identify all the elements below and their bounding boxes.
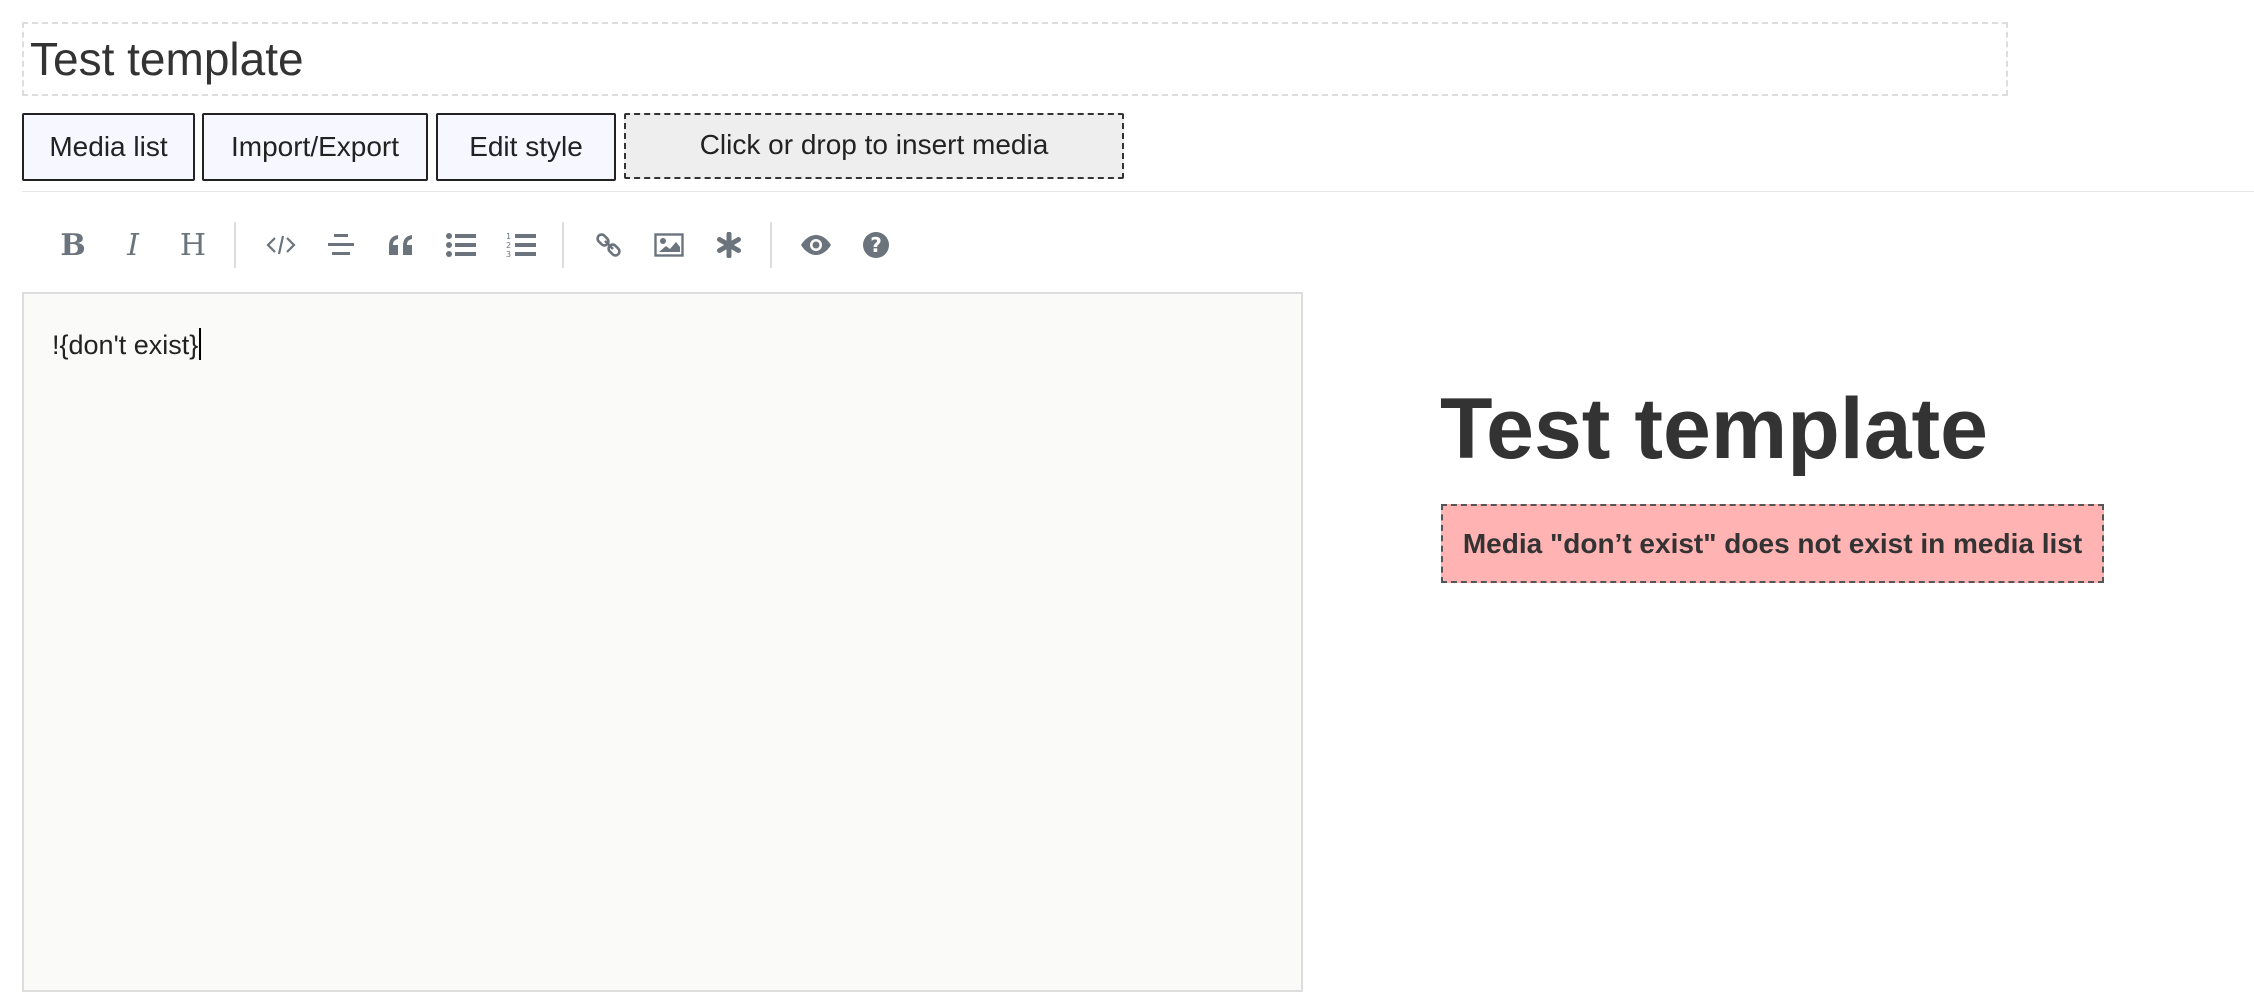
divider xyxy=(22,191,2254,192)
unordered-list-icon xyxy=(446,233,476,257)
toolbar-separator xyxy=(770,222,772,268)
template-title-input[interactable]: Test template xyxy=(22,22,2008,96)
svg-text:3: 3 xyxy=(506,250,511,259)
ordered-list-icon: 1 2 3 xyxy=(506,232,536,259)
italic-button[interactable]: I xyxy=(108,220,158,270)
media-list-button[interactable]: Media list xyxy=(22,113,195,181)
bold-icon: B xyxy=(60,227,86,263)
import-export-button[interactable]: Import/Export xyxy=(202,113,428,181)
asterisk-icon xyxy=(717,232,741,258)
center-align-icon xyxy=(328,234,354,255)
svg-text:1: 1 xyxy=(506,232,511,241)
media-drop-zone[interactable]: Click or drop to insert media xyxy=(624,113,1124,179)
editor-text: !{don't exist} xyxy=(52,330,199,360)
italic-icon: I xyxy=(127,227,139,263)
image-icon xyxy=(654,233,684,257)
link-button[interactable] xyxy=(584,220,634,270)
unordered-list-button[interactable] xyxy=(436,220,486,270)
help-button[interactable]: ? xyxy=(851,220,901,270)
edit-style-button[interactable]: Edit style xyxy=(436,113,616,181)
quote-button[interactable] xyxy=(376,220,426,270)
heading-button[interactable]: H xyxy=(168,220,218,270)
preview-title: Test template xyxy=(1440,381,1988,477)
toolbar-separator xyxy=(562,222,564,268)
markdown-editor[interactable]: !{don't exist} xyxy=(22,292,1303,992)
media-error-message: Media "don’t exist" does not exist in me… xyxy=(1441,504,2104,583)
bold-button[interactable]: B xyxy=(48,220,98,270)
svg-text:?: ? xyxy=(870,233,882,257)
code-icon xyxy=(266,235,296,255)
heading-icon: H xyxy=(179,227,207,263)
ordered-list-button[interactable]: 1 2 3 xyxy=(496,220,546,270)
toolbar-separator xyxy=(234,222,236,268)
code-button[interactable] xyxy=(256,220,306,270)
text-caret xyxy=(199,328,202,360)
editor-content: !{don't exist} xyxy=(52,328,202,361)
svg-text:2: 2 xyxy=(506,241,511,250)
editor-toolbar: B I H 1 2 3 ? xyxy=(22,206,1302,282)
preview-toggle-button[interactable] xyxy=(791,220,841,270)
link-icon xyxy=(596,233,621,257)
center-align-button[interactable] xyxy=(316,220,366,270)
quote-icon xyxy=(389,235,412,255)
eye-icon xyxy=(801,235,831,255)
special-button[interactable] xyxy=(704,220,754,270)
question-circle-icon: ? xyxy=(863,232,889,258)
image-button[interactable] xyxy=(644,220,694,270)
